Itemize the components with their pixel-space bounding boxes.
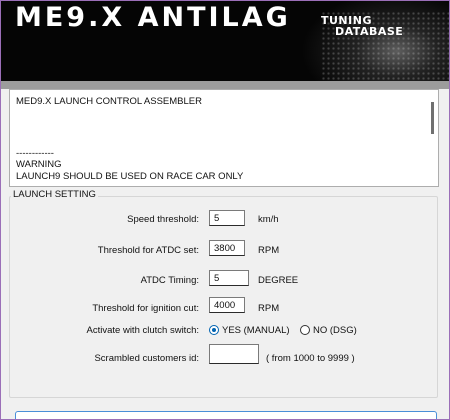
logo-line-2: DATABASE	[335, 25, 404, 38]
log-line: LAUNCH9 SHOULD BE USED ON RACE CAR ONLY	[16, 171, 244, 182]
speed-threshold-label: Speed threshold:	[127, 214, 199, 225]
header-banner: ME9.X ANTILAG TUNING DATABASE	[1, 1, 449, 81]
atdc-threshold-label: Threshold for ATDC set:	[97, 245, 199, 256]
header-divider	[1, 81, 449, 89]
atdc-timing-unit: DEGREE	[258, 275, 299, 286]
app-title: ME9.X ANTILAG	[15, 2, 291, 33]
ignition-cut-input[interactable]: 4000	[209, 297, 245, 313]
speed-unit: km/h	[258, 214, 279, 225]
clutch-yes-radio[interactable]	[209, 325, 219, 335]
clutch-switch-label: Activate with clutch switch:	[86, 325, 199, 336]
atdc-threshold-input[interactable]: 3800	[209, 240, 245, 256]
clutch-no-radio[interactable]	[300, 325, 310, 335]
app-window: ME9.X ANTILAG TUNING DATABASE MED9.X LAU…	[0, 0, 450, 420]
atdc-threshold-unit: RPM	[258, 245, 280, 256]
log-line: ------------	[16, 148, 54, 159]
log-line: MED9.X LAUNCH CONTROL ASSEMBLER	[16, 96, 202, 107]
scrambled-id-hint: ( from 1000 to 9999 )	[266, 353, 355, 364]
log-line: WARNING	[16, 159, 62, 170]
clutch-no-label[interactable]: NO (DSG)	[313, 325, 357, 336]
log-textbox[interactable]: MED9.X LAUNCH CONTROL ASSEMBLER --------…	[9, 89, 439, 187]
atdc-timing-label: ATDC Timing:	[140, 275, 199, 286]
clutch-yes-label[interactable]: YES (MANUAL)	[222, 325, 290, 336]
launch-setting-legend: LAUNCH SETTING	[11, 189, 98, 200]
scrambled-id-input[interactable]	[209, 344, 259, 364]
bottom-panel[interactable]	[15, 411, 437, 419]
ignition-cut-unit: RPM	[258, 303, 280, 314]
log-scrollbar-thumb[interactable]	[431, 102, 434, 134]
scrambled-id-label: Scrambled customers id:	[94, 353, 199, 364]
ignition-cut-label: Threshold for ignition cut:	[92, 303, 199, 314]
atdc-timing-input[interactable]: 5	[209, 270, 249, 286]
tuning-database-logo: TUNING DATABASE	[321, 15, 403, 37]
speed-threshold-input[interactable]: 5	[209, 210, 245, 226]
